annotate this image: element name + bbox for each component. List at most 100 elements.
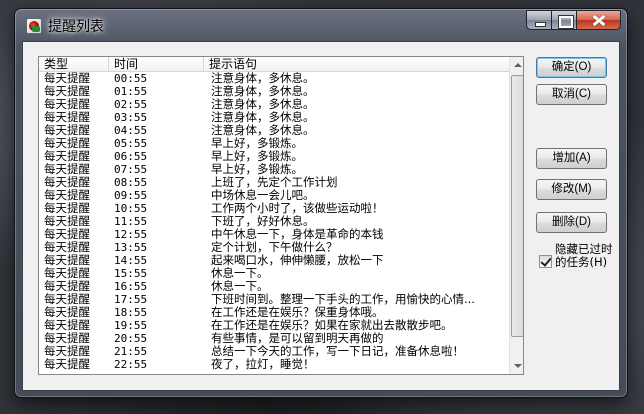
scrollbar-thumb[interactable] [511, 75, 523, 337]
hide-expired-label: 隐藏已过时的任务(H) [555, 242, 613, 269]
add-button[interactable]: 增加(A) [536, 148, 607, 169]
caption-buttons [526, 10, 621, 30]
row-time-cell: 11:55 [114, 215, 148, 228]
reminder-listview[interactable]: 类型 时间 提示语句 每天提醒 00:55 注意身体，多休息。 每天提醒 01:55 注意… [38, 56, 524, 375]
vertical-scrollbar[interactable] [509, 57, 523, 374]
window-title: 提醒列表 [48, 19, 104, 35]
row-type-cell: 每天提醒 [44, 319, 90, 332]
table-row[interactable]: 每天提醒 03:55 注意身体，多休息。 [39, 111, 509, 124]
delete-button[interactable]: 删除(D) [536, 212, 607, 233]
scroll-up-arrow-icon[interactable] [510, 57, 523, 74]
row-type-cell: 每天提醒 [44, 202, 90, 215]
row-type-cell: 每天提醒 [44, 124, 90, 137]
table-row[interactable]: 每天提醒 11:55 下班了，好好休息。 [39, 215, 509, 228]
table-row[interactable]: 每天提醒 06:55 早上好，多锻炼。 [39, 150, 509, 163]
modify-button[interactable]: 修改(M) [536, 179, 607, 200]
row-time-cell: 14:55 [114, 254, 148, 267]
reminder-list-window: 提醒列表 类型 时间 提示语句 每天提醒 00:55 注意身体，多休息。 每天提醒 01… [14, 8, 628, 398]
table-row[interactable]: 每天提醒 15:55 休息一下。 [39, 267, 509, 280]
table-row[interactable]: 每天提醒 02:55 注意身体，多休息。 [39, 98, 509, 111]
ok-button[interactable]: 确定(O) [536, 57, 607, 78]
row-message-cell: 在工作还是在娱乐？如果在家就出去散散步吧。 [211, 319, 453, 332]
cancel-button[interactable]: 取消(C) [536, 84, 607, 105]
row-message-cell: 早上好，多锻炼。 [211, 137, 303, 150]
column-header-message[interactable]: 提示语句 [204, 57, 509, 72]
scroll-down-arrow-icon[interactable] [510, 357, 523, 374]
row-message-cell: 夜了，拉灯，睡觉！ [211, 358, 315, 371]
table-row[interactable]: 每天提醒 04:55 注意身体，多休息。 [39, 124, 509, 137]
row-message-cell: 上班了，先定个工作计划 [211, 176, 338, 189]
table-row[interactable]: 每天提醒 19:55 在工作还是在娱乐？如果在家就出去散散步吧。 [39, 319, 509, 332]
table-row[interactable]: 每天提醒 21:55 总结一下今天的工作，写一下日记，准备休息啦！ [39, 345, 509, 358]
row-time-cell: 15:55 [114, 267, 148, 280]
column-header-time[interactable]: 时间 [109, 57, 204, 72]
row-type-cell: 每天提醒 [44, 293, 90, 306]
row-message-cell: 注意身体，多休息。 [211, 124, 315, 137]
row-time-cell: 13:55 [114, 241, 148, 254]
table-row[interactable]: 每天提醒 14:55 起来喝口水，伸伸懒腰，放松一下 [39, 254, 509, 267]
row-time-cell: 07:55 [114, 163, 148, 176]
minimize-button[interactable] [526, 10, 552, 30]
row-time-cell: 10:55 [114, 202, 148, 215]
table-row[interactable]: 每天提醒 07:55 早上好，多锻炼。 [39, 163, 509, 176]
row-type-cell: 每天提醒 [44, 85, 90, 98]
row-time-cell: 20:55 [114, 332, 148, 345]
row-type-cell: 每天提醒 [44, 241, 90, 254]
app-icon [26, 18, 42, 34]
table-row[interactable]: 每天提醒 20:55 有些事情，是可以留到明天再做的 [39, 332, 509, 345]
row-type-cell: 每天提醒 [44, 189, 90, 202]
row-type-cell: 每天提醒 [44, 98, 90, 111]
row-type-cell: 每天提醒 [44, 332, 90, 345]
close-button[interactable] [577, 10, 621, 30]
hide-expired-checkbox[interactable] [539, 255, 552, 268]
row-time-cell: 02:55 [114, 98, 148, 111]
row-time-cell: 01:55 [114, 85, 148, 98]
table-row[interactable]: 每天提醒 00:55 注意身体，多休息。 [39, 72, 509, 85]
list-rows: 每天提醒 00:55 注意身体，多休息。 每天提醒 01:55 注意身体，多休息。 每天提醒… [39, 72, 509, 371]
table-row[interactable]: 每天提醒 13:55 定个计划，下午做什么？ [39, 241, 509, 254]
row-message-cell: 下班了，好好休息。 [211, 215, 315, 228]
row-type-cell: 每天提醒 [44, 215, 90, 228]
table-row[interactable]: 每天提醒 18:55 在工作还是在娱乐？保重身体哦。 [39, 306, 509, 319]
row-time-cell: 04:55 [114, 124, 148, 137]
dialog-client-area: 类型 时间 提示语句 每天提醒 00:55 注意身体，多休息。 每天提醒 01:55 注意… [22, 41, 620, 391]
column-header-type[interactable]: 类型 [39, 57, 109, 72]
table-row[interactable]: 每天提醒 08:55 上班了，先定个工作计划 [39, 176, 509, 189]
row-message-cell: 早上好，多锻炼。 [211, 150, 303, 163]
row-type-cell: 每天提醒 [44, 267, 90, 280]
table-row[interactable]: 每天提醒 16:55 休息一下。 [39, 280, 509, 293]
table-row[interactable]: 每天提醒 01:55 注意身体，多休息。 [39, 85, 509, 98]
row-message-cell: 注意身体，多休息。 [211, 111, 315, 124]
row-type-cell: 每天提醒 [44, 111, 90, 124]
table-row[interactable]: 每天提醒 10:55 工作两个小时了，该做些运动啦！ [39, 202, 509, 215]
row-type-cell: 每天提醒 [44, 176, 90, 189]
hide-expired-checkbox-group[interactable]: 隐藏已过时的任务(H) [539, 243, 617, 285]
row-time-cell: 21:55 [114, 345, 148, 358]
title-bar[interactable]: 提醒列表 [15, 9, 627, 41]
row-message-cell: 起来喝口水，伸伸懒腰，放松一下 [211, 254, 384, 267]
row-message-cell: 中场休息一会儿吧。 [211, 189, 315, 202]
row-message-cell: 在工作还是在娱乐？保重身体哦。 [211, 306, 384, 319]
row-message-cell: 中午休息一下，身体是革命的本钱 [211, 228, 384, 241]
table-row[interactable]: 每天提醒 05:55 早上好，多锻炼。 [39, 137, 509, 150]
row-type-cell: 每天提醒 [44, 72, 90, 85]
row-message-cell: 注意身体，多休息。 [211, 98, 315, 111]
row-message-cell: 注意身体，多休息。 [211, 72, 315, 85]
table-row[interactable]: 每天提醒 17:55 下班时间到。整理一下手头的工作，用愉快的心情... [39, 293, 509, 306]
row-type-cell: 每天提醒 [44, 137, 90, 150]
table-row[interactable]: 每天提醒 12:55 中午休息一下，身体是革命的本钱 [39, 228, 509, 241]
row-message-cell: 下班时间到。整理一下手头的工作，用愉快的心情... [211, 293, 475, 306]
row-type-cell: 每天提醒 [44, 306, 90, 319]
row-time-cell: 22:55 [114, 358, 148, 371]
row-time-cell: 03:55 [114, 111, 148, 124]
maximize-button[interactable] [552, 10, 577, 30]
table-row[interactable]: 每天提醒 09:55 中场休息一会儿吧。 [39, 189, 509, 202]
row-message-cell: 有些事情，是可以留到明天再做的 [211, 332, 384, 345]
row-time-cell: 05:55 [114, 137, 148, 150]
row-type-cell: 每天提醒 [44, 228, 90, 241]
table-row[interactable]: 每天提醒 22:55 夜了，拉灯，睡觉！ [39, 358, 509, 371]
row-type-cell: 每天提醒 [44, 345, 90, 358]
row-time-cell: 08:55 [114, 176, 148, 189]
row-message-cell: 注意身体，多休息。 [211, 85, 315, 98]
row-time-cell: 12:55 [114, 228, 148, 241]
